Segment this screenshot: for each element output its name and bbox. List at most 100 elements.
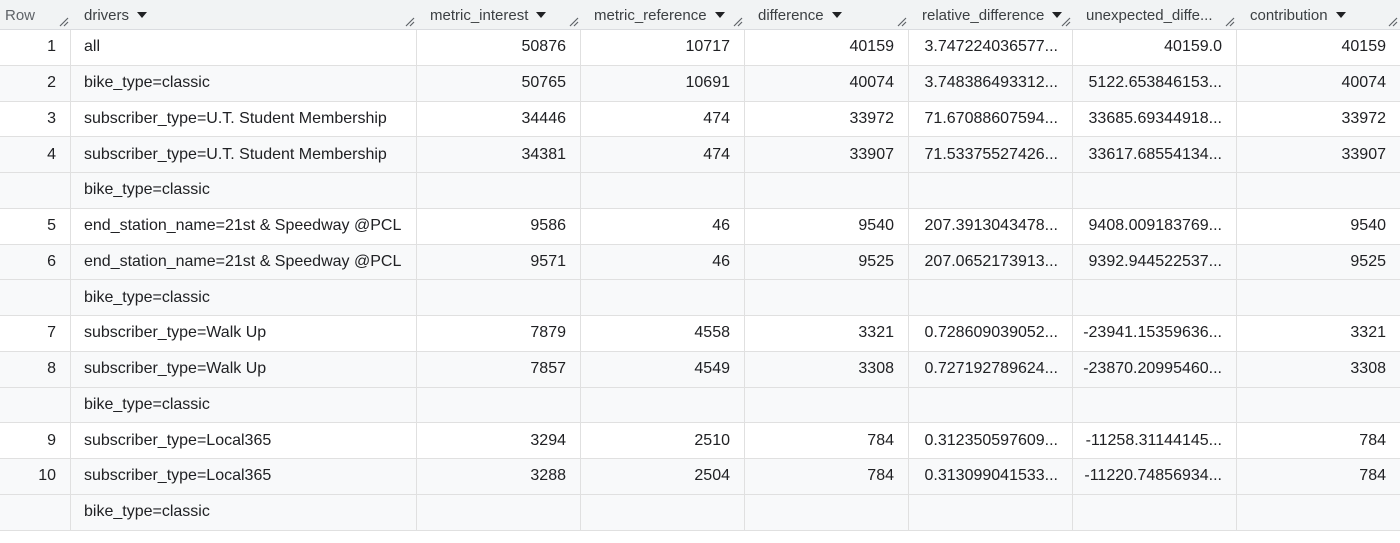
cell-drivers[interactable]: subscriber_type=Local365 [71,459,417,494]
cell-contribution[interactable]: 33907 [1237,137,1400,172]
cell-metric-reference[interactable]: 46 [581,208,745,244]
column-resize-handle[interactable] [733,17,743,27]
cell-difference[interactable]: 33907 [745,137,909,172]
column-resize-handle[interactable] [897,17,907,27]
cell-metric-interest[interactable]: 50876 [417,30,581,65]
cell-contribution[interactable]: 9540 [1237,209,1400,244]
cell-relative-difference[interactable]: 0.728609039052... [909,316,1073,351]
cell-difference[interactable]: 3321 [745,316,909,351]
cell-drivers[interactable]: subscriber_type=Walk Up [71,316,417,351]
cell-difference[interactable]: 40159 [745,30,909,65]
column-resize-handle[interactable] [1225,17,1235,27]
cell-metric-reference[interactable]: 474 [581,137,745,172]
cell-contribution[interactable]: 784 [1237,423,1400,458]
cell-difference[interactable]: 33972 [745,101,909,137]
cell-relative-difference[interactable]: 0.312350597609... [909,423,1073,458]
column-header-unexpected-difference[interactable]: unexpected_diffe... [1073,0,1237,30]
column-resize-handle[interactable] [1388,17,1398,27]
cell-relative-difference[interactable]: 3.747224036577... [909,30,1073,65]
cell-unexpected-difference[interactable]: -23870.20995460... [1073,351,1237,387]
cell-drivers-extra[interactable]: bike_type=classic [71,280,417,315]
table-row[interactable]: 9 subscriber_type=Local365 3294 2510 784 0.31… [0,423,1400,459]
cell-drivers-extra[interactable]: bike_type=classic [71,387,417,423]
cell-relative-difference[interactable]: 71.53375527426... [909,137,1073,172]
table-row[interactable]: 8 subscriber_type=Walk Up 7857 4549 3308 0.72… [0,351,1400,388]
cell-drivers-extra[interactable]: bike_type=classic [71,494,417,530]
cell-metric-interest[interactable]: 3288 [417,459,581,494]
column-header-difference[interactable]: difference [745,0,909,30]
cell-unexpected-difference[interactable]: 40159.0 [1073,30,1237,65]
cell-metric-reference[interactable]: 474 [581,101,745,137]
cell-drivers[interactable]: subscriber_type=U.T. Student Membership [71,137,417,172]
cell-metric-interest[interactable]: 7857 [417,351,581,387]
column-header-contribution[interactable]: contribution [1237,0,1400,30]
table-row-continuation[interactable]: bike_type=classic [0,387,1400,424]
cell-relative-difference[interactable]: 207.3913043478... [909,208,1073,244]
cell-metric-interest[interactable]: 3294 [417,423,581,458]
cell-drivers[interactable]: subscriber_type=Walk Up [71,351,417,387]
cell-relative-difference[interactable]: 71.67088607594... [909,101,1073,137]
sort-dropdown-icon[interactable] [831,12,842,18]
column-resize-handle[interactable] [569,17,579,27]
table-row[interactable]: 10 subscriber_type=Local365 3288 2504 784 0.3… [0,459,1400,495]
cell-unexpected-difference[interactable]: 5122.653846153... [1073,65,1237,101]
cell-drivers[interactable]: subscriber_type=U.T. Student Membership [71,101,417,137]
cell-relative-difference[interactable]: 3.748386493312... [909,65,1073,101]
cell-difference[interactable]: 9540 [745,208,909,244]
column-header-relative-difference[interactable]: relative_difference [909,0,1073,30]
table-row[interactable]: 2 bike_type=classic 50765 10691 40074 3.74838… [0,65,1400,102]
cell-unexpected-difference[interactable]: -23941.15359636... [1073,316,1237,351]
cell-contribution[interactable]: 40074 [1237,66,1400,101]
table-row[interactable]: 3 subscriber_type=U.T. Student Membership… [0,101,1400,138]
cell-contribution[interactable]: 40159 [1237,30,1400,65]
cell-metric-reference[interactable]: 4558 [581,316,745,351]
cell-difference[interactable]: 784 [745,459,909,494]
cell-metric-reference[interactable]: 4549 [581,351,745,387]
cell-contribution[interactable]: 3308 [1237,352,1400,387]
cell-metric-reference[interactable]: 10717 [581,30,745,65]
cell-metric-interest[interactable]: 9586 [417,208,581,244]
table-row[interactable]: 5 end_station_name=21st & Speedway @PCL 95… [0,208,1400,245]
cell-metric-reference[interactable]: 2510 [581,423,745,458]
cell-unexpected-difference[interactable]: 9408.009183769... [1073,208,1237,244]
cell-unexpected-difference[interactable]: 9392.944522537... [1073,244,1237,280]
table-row-continuation[interactable]: bike_type=classic [0,494,1400,531]
column-resize-handle[interactable] [1061,17,1071,27]
sort-dropdown-icon[interactable] [536,12,547,18]
cell-drivers[interactable]: end_station_name=21st & Speedway @PCL [71,244,417,280]
cell-metric-interest[interactable]: 9571 [417,244,581,280]
column-resize-handle[interactable] [405,17,415,27]
table-row-continuation[interactable]: bike_type=classic [0,280,1400,316]
cell-relative-difference[interactable]: 0.727192789624... [909,351,1073,387]
cell-difference[interactable]: 40074 [745,65,909,101]
cell-relative-difference[interactable]: 207.0652173913... [909,244,1073,280]
column-header-drivers[interactable]: drivers [71,0,417,30]
cell-unexpected-difference[interactable]: 33617.68554134... [1073,137,1237,172]
cell-contribution[interactable]: 784 [1237,459,1400,494]
cell-drivers[interactable]: end_station_name=21st & Speedway @PCL [71,208,417,244]
cell-drivers[interactable]: subscriber_type=Local365 [71,423,417,458]
cell-contribution[interactable]: 33972 [1237,102,1400,137]
cell-relative-difference[interactable]: 0.313099041533... [909,459,1073,494]
cell-metric-reference[interactable]: 2504 [581,459,745,494]
cell-unexpected-difference[interactable]: -11220.74856934... [1073,459,1237,494]
sort-dropdown-icon[interactable] [1335,12,1346,18]
cell-metric-interest[interactable]: 34381 [417,137,581,172]
sort-dropdown-icon[interactable] [137,12,148,18]
table-row[interactable]: 7 subscriber_type=Walk Up 7879 4558 3321 0.72… [0,316,1400,352]
cell-unexpected-difference[interactable]: -11258.31144145... [1073,423,1237,458]
cell-metric-reference[interactable]: 46 [581,244,745,280]
cell-metric-interest[interactable]: 7879 [417,316,581,351]
cell-unexpected-difference[interactable]: 33685.69344918... [1073,101,1237,137]
table-row[interactable]: 6 end_station_name=21st & Speedway @PCL 95… [0,244,1400,281]
cell-metric-interest[interactable]: 50765 [417,65,581,101]
cell-contribution[interactable]: 9525 [1237,245,1400,280]
sort-dropdown-icon[interactable] [714,12,725,18]
cell-metric-interest[interactable]: 34446 [417,101,581,137]
table-row[interactable]: 4 subscriber_type=U.T. Student Membership… [0,137,1400,173]
cell-drivers[interactable]: bike_type=classic [71,65,417,101]
table-row[interactable]: 1 all 50876 10717 40159 3.747224036577... 4015… [0,30,1400,66]
table-row-continuation[interactable]: bike_type=classic [0,173,1400,209]
cell-metric-reference[interactable]: 10691 [581,65,745,101]
cell-drivers-extra[interactable]: bike_type=classic [71,173,417,208]
